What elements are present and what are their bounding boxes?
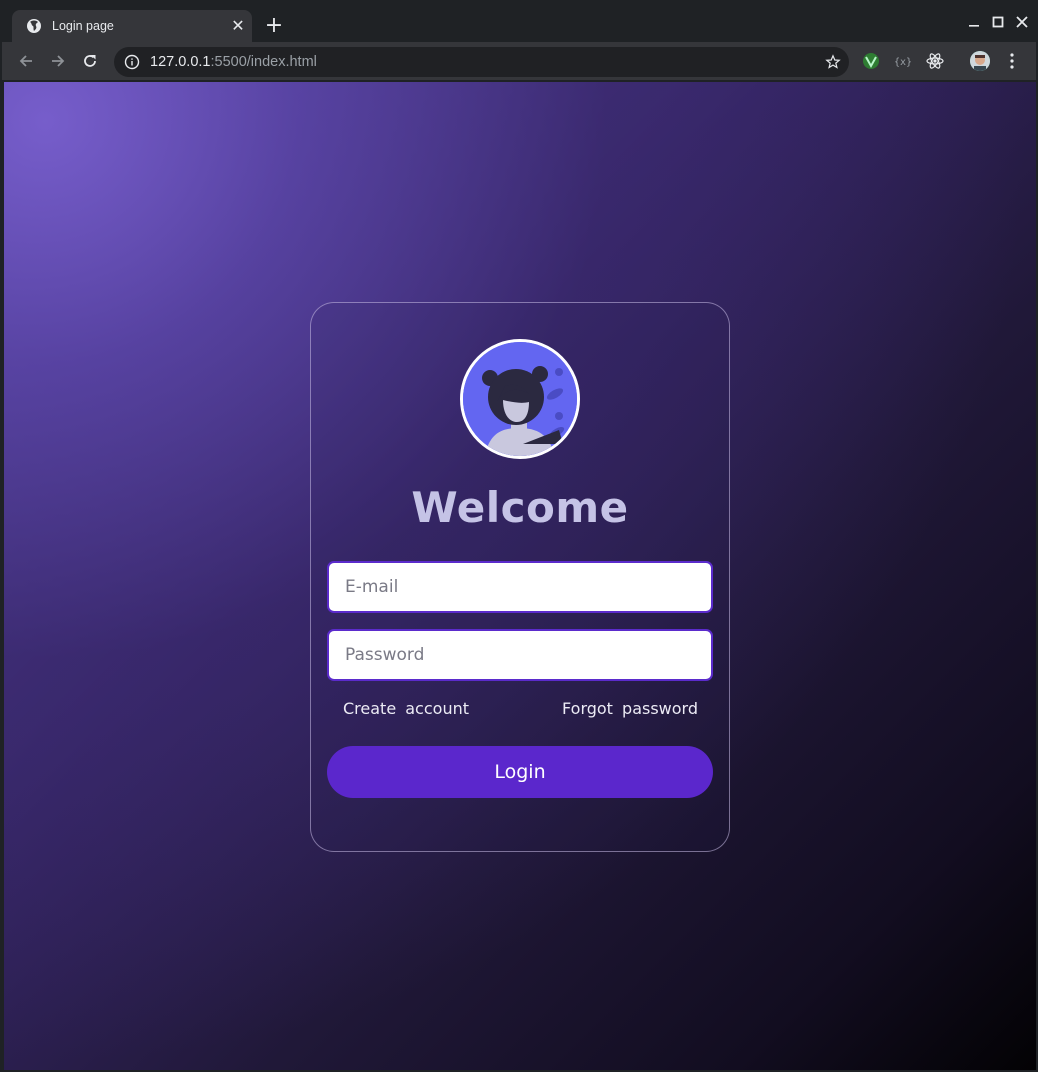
login-card: Welcome Create account Forgot password L…: [310, 302, 730, 852]
window-close-icon[interactable]: [1014, 14, 1030, 30]
globe-icon: [27, 19, 41, 33]
kebab-menu-icon[interactable]: [1008, 52, 1016, 70]
star-icon[interactable]: [825, 54, 841, 70]
profile-picture-icon: [970, 51, 990, 71]
url-path: :5500/index.html: [210, 54, 317, 70]
url-text: 127.0.0.1:5500/index.html: [150, 54, 317, 70]
tab-title: Login page: [52, 19, 114, 33]
user-avatar-illustration: [463, 342, 577, 456]
maximize-icon[interactable]: [990, 14, 1006, 30]
avatar: [460, 339, 580, 459]
address-bar[interactable]: 127.0.0.1:5500/index.html: [114, 47, 849, 77]
profile-avatar[interactable]: [970, 51, 990, 71]
react-devtools-extension-icon[interactable]: [926, 52, 944, 70]
info-icon[interactable]: [124, 54, 140, 70]
browser-toolbar: 127.0.0.1:5500/index.html {x}: [2, 42, 1036, 80]
json-extension-icon[interactable]: {x}: [894, 52, 912, 70]
svg-text:{x}: {x}: [894, 57, 912, 68]
page-title: Welcome: [411, 483, 629, 532]
login-button[interactable]: Login: [327, 746, 713, 798]
vue-devtools-extension-icon[interactable]: [862, 52, 880, 70]
browser-window: Login page ✕ + 127.0.0.1:5500/index.html…: [2, 2, 1036, 1070]
forgot-password-link[interactable]: Forgot password: [562, 699, 698, 718]
back-arrow-icon[interactable]: [16, 51, 36, 71]
title-bar: Login page ✕ +: [2, 2, 1036, 42]
page-viewport: Welcome Create account Forgot password L…: [4, 82, 1036, 1070]
create-account-link[interactable]: Create account: [343, 699, 469, 718]
url-host: 127.0.0.1: [150, 54, 211, 70]
password-field[interactable]: [327, 629, 713, 681]
new-tab-button[interactable]: +: [264, 15, 284, 37]
reload-icon[interactable]: [80, 51, 100, 71]
browser-tab[interactable]: Login page ✕: [12, 10, 252, 42]
forward-arrow-icon[interactable]: [48, 51, 68, 71]
tab-close-icon[interactable]: ✕: [230, 18, 246, 34]
minimize-icon[interactable]: [966, 14, 982, 30]
email-field[interactable]: [327, 561, 713, 613]
